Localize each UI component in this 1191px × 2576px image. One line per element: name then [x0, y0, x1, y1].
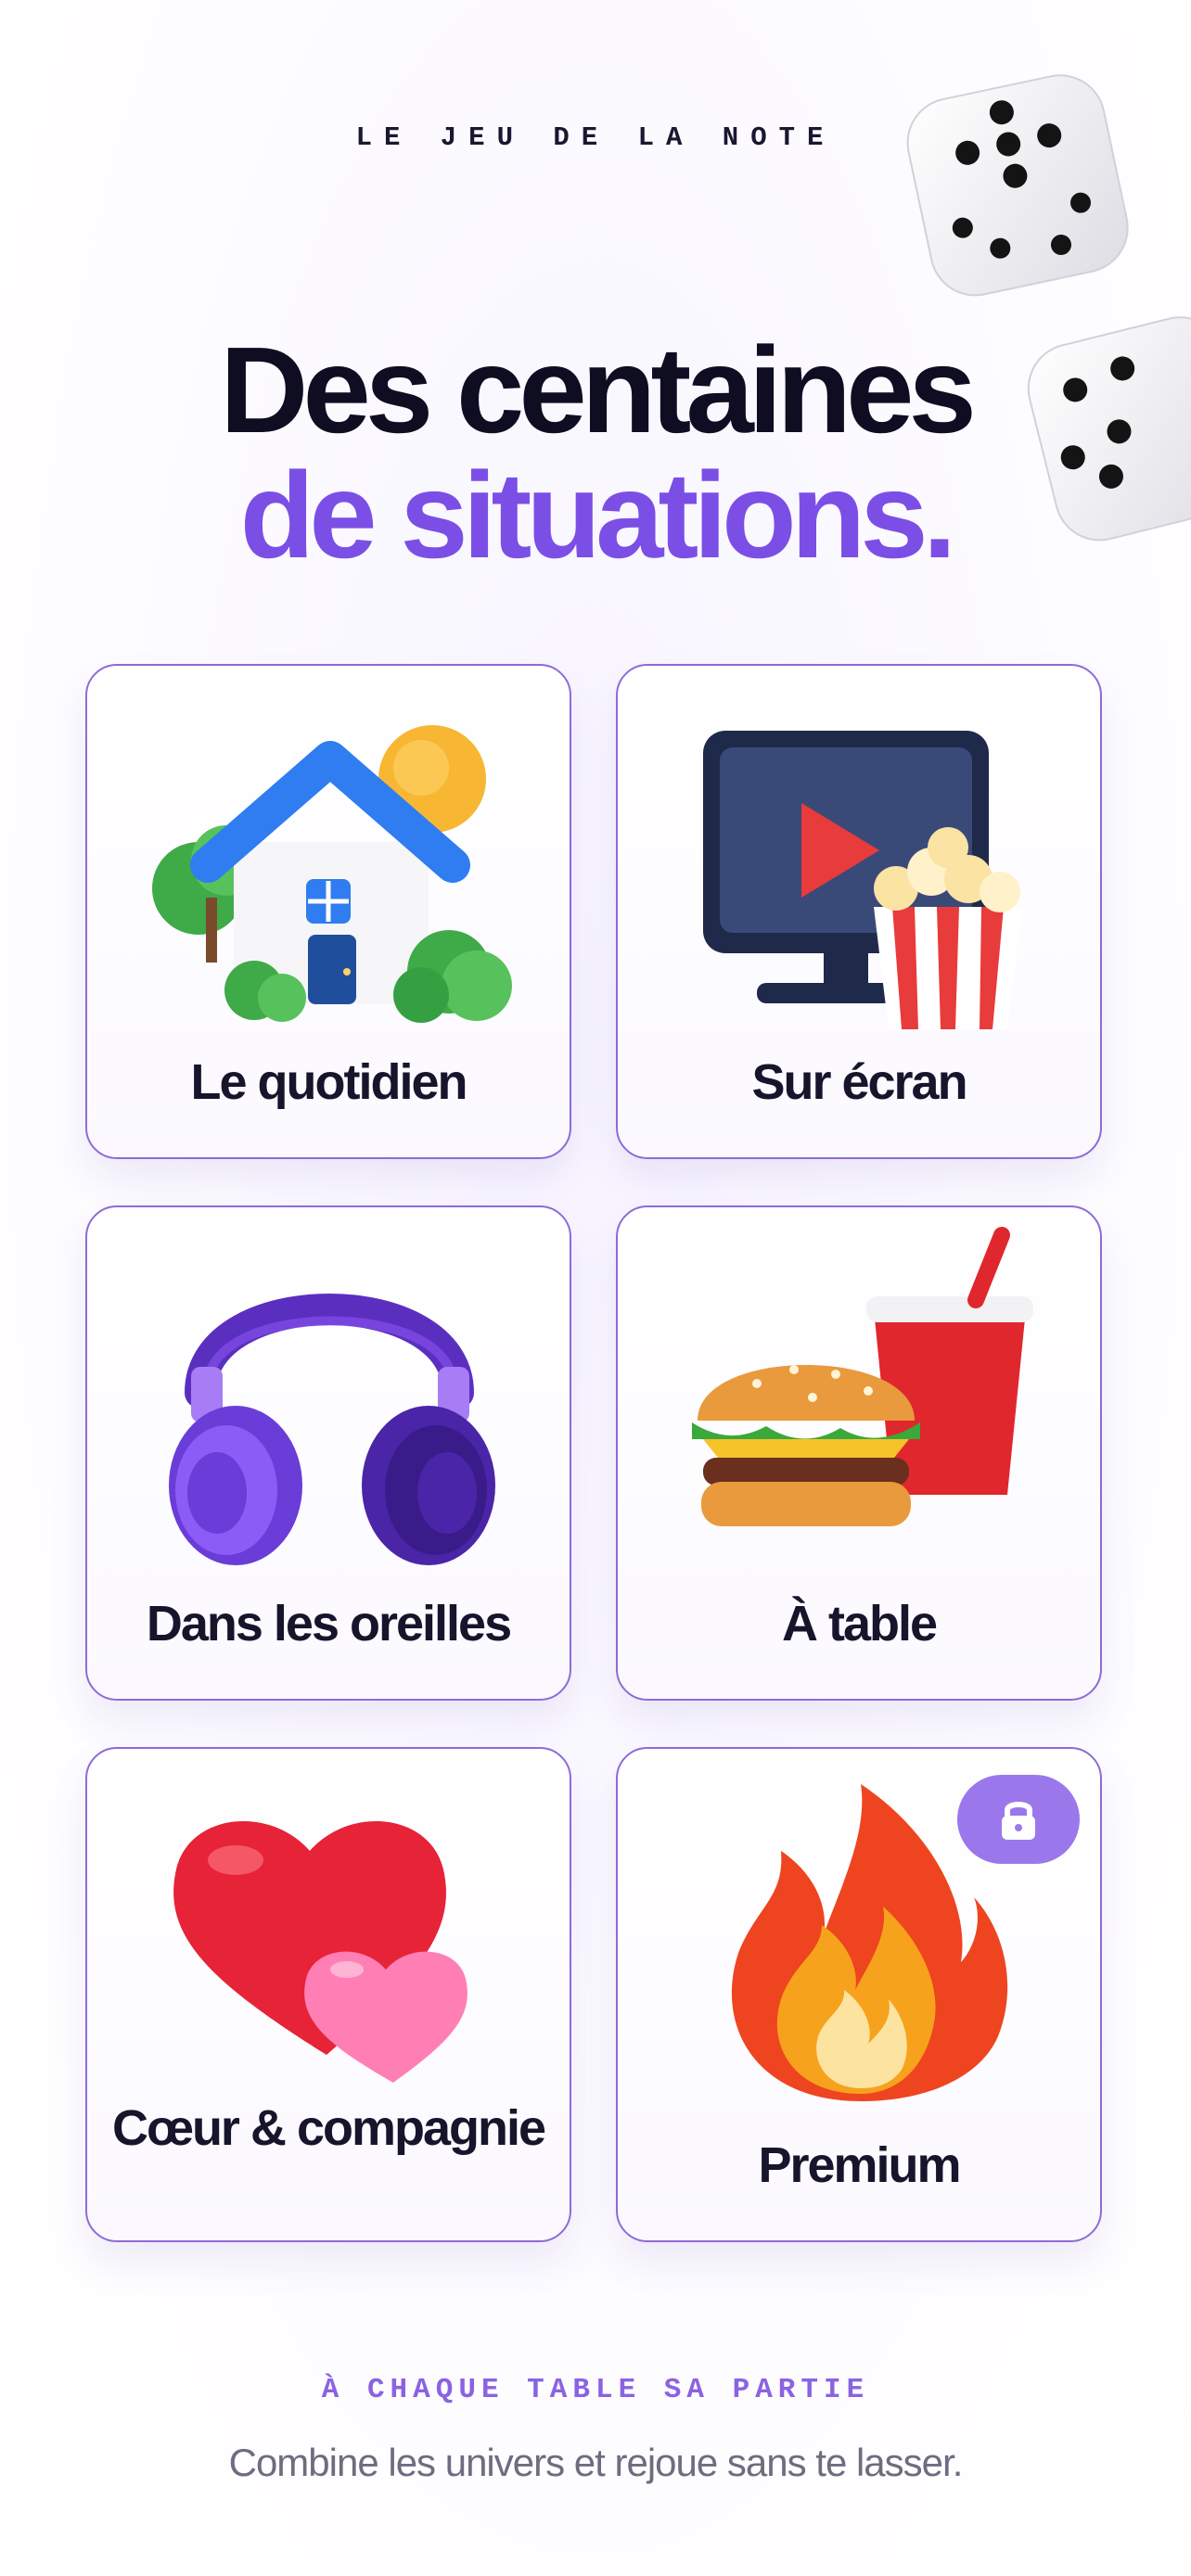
- footer-subtitle: Combine les univers et rejoue sans te la…: [228, 2441, 964, 2484]
- category-card-sur-ecran[interactable]: Sur écran: [616, 664, 1102, 1159]
- category-card-a-table[interactable]: À table: [616, 1205, 1102, 1701]
- category-label: À table: [781, 1596, 938, 1651]
- category-label: Dans les oreilles: [146, 1596, 512, 1651]
- category-card-dans-les-oreilles[interactable]: Dans les oreilles: [85, 1205, 571, 1701]
- category-card-le-quotidien[interactable]: Le quotidien: [85, 664, 571, 1159]
- category-label: Sur écran: [751, 1054, 967, 1110]
- footer-tagline: À CHAQUE TABLE SA PARTIE: [321, 2374, 870, 2406]
- category-card-premium[interactable]: Premium: [616, 1747, 1102, 2242]
- lock-badge: [957, 1775, 1080, 1864]
- hearts-icon: [173, 1820, 467, 2083]
- burger-drink-icon: [692, 1227, 1033, 1526]
- headphones-icon: [169, 1294, 495, 1565]
- page-title-line2: de situations.: [239, 447, 957, 583]
- app-eyebrow: LE JEU DE LA NOTE: [355, 122, 836, 153]
- category-label: Cœur & compagnie: [111, 2100, 546, 2156]
- category-card-coeur-compagnie[interactable]: Cœur & compagnie: [85, 1747, 571, 2242]
- house-icon: [152, 725, 512, 1023]
- page-title-line1: Des centaines: [220, 322, 977, 458]
- category-label: Premium: [758, 2137, 961, 2193]
- lock-icon: [1002, 1802, 1035, 1840]
- tv-popcorn-icon: [703, 731, 1022, 1029]
- category-label: Le quotidien: [190, 1054, 468, 1110]
